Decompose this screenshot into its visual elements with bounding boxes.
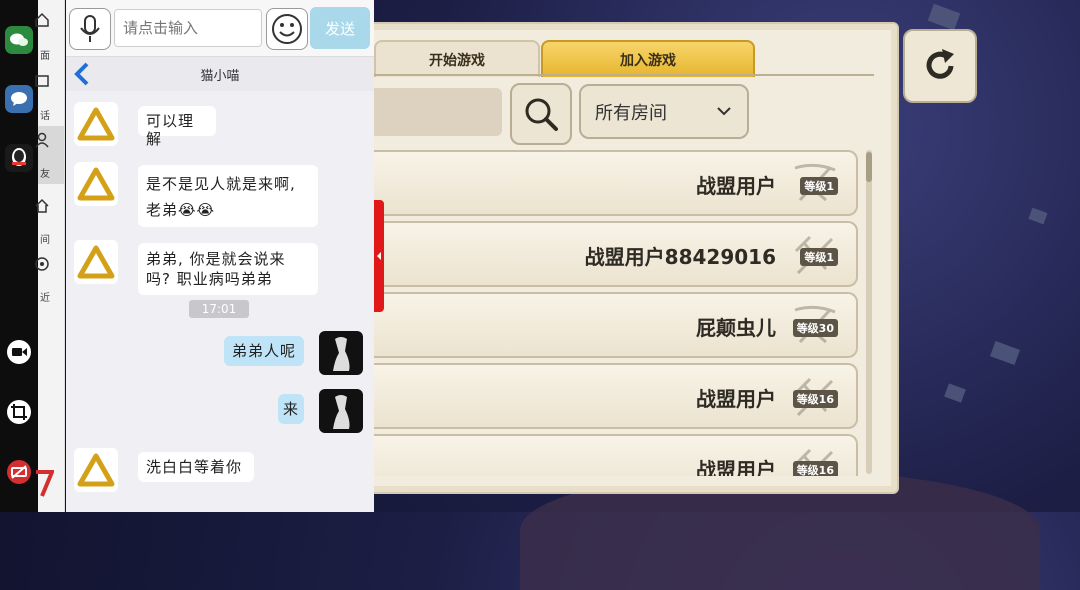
- ghost-avatar-icon: [333, 395, 350, 429]
- triangle-logo-icon: [77, 245, 115, 279]
- wechat-icon[interactable]: [5, 26, 33, 54]
- message-bubble-self: 弟弟人呢: [224, 336, 304, 366]
- timestamp: 17:01: [189, 300, 249, 318]
- room-row[interactable]: 战盟用户 等级16: [374, 434, 858, 476]
- room-level-badge: 等级16: [792, 461, 838, 476]
- floating-block: [1028, 207, 1048, 225]
- voice-button[interactable]: [69, 8, 111, 50]
- triangle-logo-icon: [77, 167, 115, 201]
- avatar[interactable]: [74, 448, 118, 492]
- search-icon: [525, 98, 558, 131]
- nav-item-nearby[interactable]: 近: [35, 250, 64, 308]
- room-name: 战盟用户: [696, 387, 776, 411]
- search-button[interactable]: [510, 83, 572, 145]
- avatar-self[interactable]: [319, 389, 363, 433]
- room-level-badge: 等级30: [792, 319, 838, 337]
- room-level-badge: 等级1: [800, 248, 838, 266]
- nav-item-chat[interactable]: 话: [35, 68, 64, 126]
- ghost-avatar-icon: [333, 337, 350, 371]
- triangle-logo-icon: [77, 453, 115, 487]
- room-name: 战盟用户: [696, 174, 776, 198]
- qq-nav-strip: 面 话 友 间 近: [35, 0, 65, 512]
- chat-icon: [35, 75, 49, 87]
- triangle-logo-icon: [77, 107, 115, 141]
- qq-icon[interactable]: [5, 144, 33, 172]
- room-filter-select[interactable]: 所有房间: [579, 84, 749, 139]
- nav-item-friends[interactable]: 友: [35, 126, 64, 184]
- screen-off-icon[interactable]: [5, 458, 33, 486]
- avatar[interactable]: [74, 240, 118, 284]
- collapse-handle[interactable]: [374, 200, 384, 312]
- room-row[interactable]: 战盟用户 等级1: [374, 150, 858, 216]
- avatar[interactable]: [74, 102, 118, 146]
- message-bubble-self: 来: [278, 394, 304, 424]
- nav-item-label: 友: [40, 169, 50, 180]
- room-filter-value: 所有房间: [595, 102, 667, 124]
- nav-item-space[interactable]: 间: [35, 192, 64, 250]
- tab-start-game-label: 开始游戏: [429, 52, 485, 69]
- arrow-left-icon: [377, 252, 381, 260]
- tab-divider: [374, 74, 874, 76]
- floating-sidebar: [0, 0, 38, 512]
- room-level-badge: 等级16: [792, 390, 838, 408]
- room-name: 战盟用户: [696, 458, 776, 476]
- room-row[interactable]: 战盟用户 等级16: [374, 363, 858, 429]
- person-icon: [35, 132, 49, 148]
- avatar[interactable]: [74, 162, 118, 206]
- chat-window: 发送 猫小喵 可以理解 是不是见人就是来啊, 老弟😭😭 弟弟, 你是就会说来吗?…: [66, 0, 374, 512]
- room-list: 战盟用户 等级1 战盟用户88429016 等级1 屁颠虫儿 等级30 战盟用户…: [374, 150, 859, 476]
- room-search-input[interactable]: [374, 88, 502, 136]
- location-icon: [35, 257, 49, 271]
- send-button[interactable]: 发送: [310, 7, 370, 49]
- chevron-down-icon: [717, 107, 731, 116]
- smiley-icon: [272, 14, 302, 44]
- refresh-button[interactable]: [903, 29, 977, 103]
- floating-block: [990, 341, 1020, 365]
- chat-header: 猫小喵: [66, 57, 374, 91]
- nav-item-home[interactable]: 面: [35, 8, 64, 66]
- room-row[interactable]: 战盟用户88429016 等级1: [374, 221, 858, 287]
- nav-item-label: 话: [40, 111, 50, 122]
- refresh-icon: [926, 49, 954, 79]
- message-bubble: 是不是见人就是来啊, 老弟😭😭: [138, 165, 318, 227]
- chat-input-bar: 发送: [66, 0, 374, 57]
- room-level-badge: 等级1: [800, 177, 838, 195]
- message-bubble: 洗白白等着你: [138, 452, 254, 482]
- chat-title: 猫小喵: [200, 69, 240, 84]
- room-list-scroll-thumb[interactable]: [866, 152, 872, 182]
- video-call-icon[interactable]: [5, 338, 33, 366]
- home-icon: [35, 12, 49, 27]
- crop-icon[interactable]: [5, 398, 33, 426]
- emoji-button[interactable]: [266, 8, 308, 50]
- room-row[interactable]: 屁颠虫儿 等级30: [374, 292, 858, 358]
- floating-block: [927, 3, 961, 31]
- message-input[interactable]: [114, 9, 262, 47]
- tab-join-game-label: 加入游戏: [620, 52, 676, 69]
- avatar-self[interactable]: [319, 331, 363, 375]
- room-name: 屁颠虫儿: [696, 316, 776, 340]
- nav-item-label: 间: [40, 235, 50, 246]
- room-name: 战盟用户88429016: [584, 245, 776, 269]
- message-bubble: 弟弟, 你是就会说来吗? 职业病吗弟弟: [138, 243, 318, 295]
- red-logo-icon: [34, 468, 55, 498]
- house-icon: [35, 198, 49, 213]
- floating-block: [944, 383, 966, 403]
- message-icon[interactable]: [5, 85, 33, 113]
- room-list-scrollbar[interactable]: [866, 150, 872, 474]
- tab-start-game[interactable]: 开始游戏: [374, 40, 540, 77]
- microphone-icon: [80, 15, 100, 42]
- message-bubble: 可以理解: [138, 106, 216, 148]
- nav-item-label: 近: [40, 293, 50, 304]
- tab-join-game[interactable]: 加入游戏: [541, 40, 755, 77]
- nav-item-label: 面: [40, 51, 50, 62]
